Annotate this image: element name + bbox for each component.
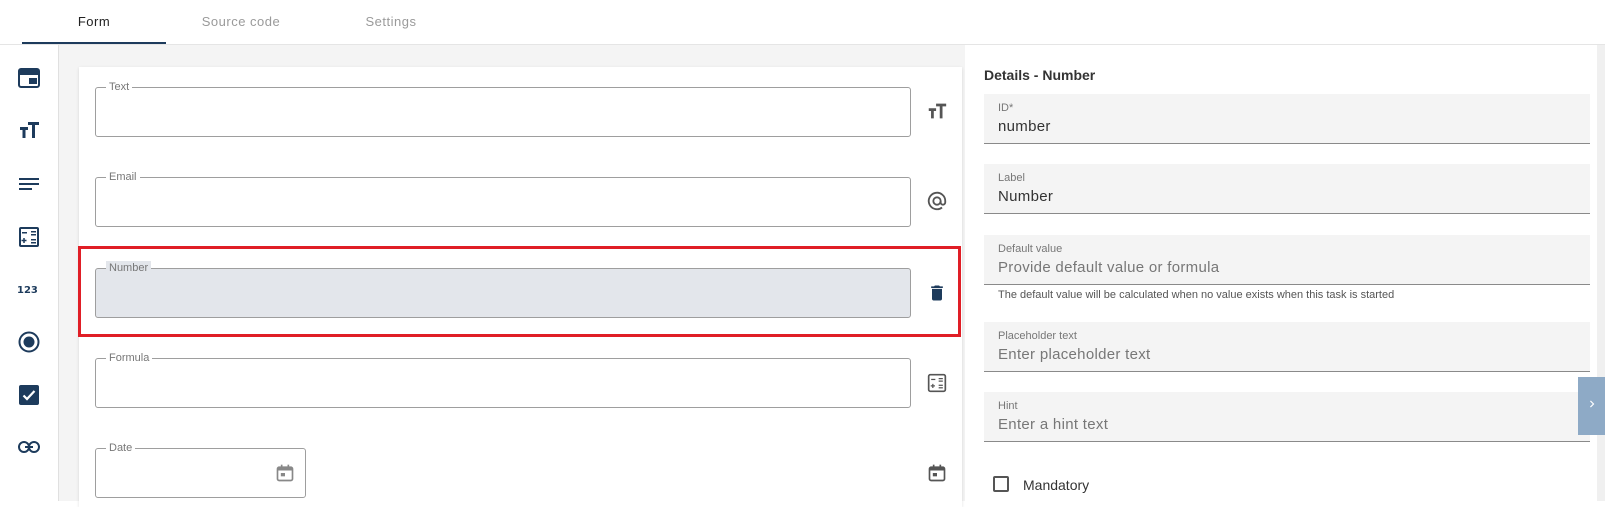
placeholder-text-field[interactable]: Placeholder text Enter placeholder text — [984, 322, 1590, 372]
link-icon[interactable] — [14, 432, 44, 462]
hint-field-label: Hint — [998, 400, 1018, 412]
default-value-hint: The default value will be calculated whe… — [998, 289, 1395, 301]
email-field-legend: Email — [106, 170, 140, 184]
svg-text:123: 123 — [17, 285, 38, 296]
tab-form[interactable]: Form — [22, 0, 166, 44]
email-field[interactable]: Email — [95, 170, 911, 227]
tab-source-code[interactable]: Source code — [176, 0, 306, 44]
collapse-panel-button[interactable] — [1578, 377, 1605, 435]
calendar-icon — [924, 460, 950, 486]
tab-bar: Form Source code Settings — [0, 0, 1605, 45]
formula-calculator-icon — [924, 370, 950, 396]
hint-field[interactable]: Hint Enter a hint text — [984, 392, 1590, 442]
formula-field-legend: Formula — [106, 351, 153, 365]
chevron-right-icon — [1585, 397, 1599, 416]
text-size-icon — [924, 98, 950, 124]
default-value-placeholder: Provide default value or formula — [998, 259, 1220, 276]
label-field-value: Number — [998, 188, 1054, 205]
checkbox-icon[interactable] — [14, 380, 44, 410]
label-field[interactable]: Label Number — [984, 164, 1590, 214]
at-sign-icon — [924, 188, 950, 214]
selected-field-highlight — [78, 246, 961, 337]
text-field[interactable]: Text — [95, 80, 911, 137]
text-field-legend: Text — [106, 80, 133, 94]
tab-settings[interactable]: Settings — [336, 0, 446, 44]
component-sidebar: 123 — [0, 45, 59, 501]
date-field[interactable]: Date — [95, 441, 306, 498]
id-field[interactable]: ID* number — [984, 94, 1590, 144]
radio-button-icon[interactable] — [14, 327, 44, 357]
id-field-label: ID* — [998, 102, 1014, 114]
calendar-icon[interactable] — [275, 463, 295, 488]
formula-calculator-icon[interactable] — [14, 222, 44, 252]
placeholder-text-placeholder: Enter placeholder text — [998, 346, 1151, 363]
formula-field[interactable]: Formula — [95, 351, 911, 408]
placeholder-text-label: Placeholder text — [998, 330, 1077, 342]
default-value-label: Default value — [998, 243, 1063, 255]
mandatory-checkbox[interactable] — [993, 476, 1009, 492]
date-field-legend: Date — [106, 441, 136, 455]
mandatory-label: Mandatory — [1023, 477, 1090, 493]
default-value-field[interactable]: Default value Provide default value or f… — [984, 235, 1590, 285]
details-title: Details - Number — [984, 67, 1096, 83]
id-field-value: number — [998, 118, 1051, 135]
paragraph-icon[interactable] — [14, 169, 44, 199]
hint-field-placeholder: Enter a hint text — [998, 416, 1109, 433]
layout-icon[interactable] — [14, 63, 44, 93]
text-size-icon[interactable] — [14, 115, 44, 145]
label-field-label: Label — [998, 172, 1025, 184]
number-123-icon[interactable]: 123 — [14, 274, 44, 304]
